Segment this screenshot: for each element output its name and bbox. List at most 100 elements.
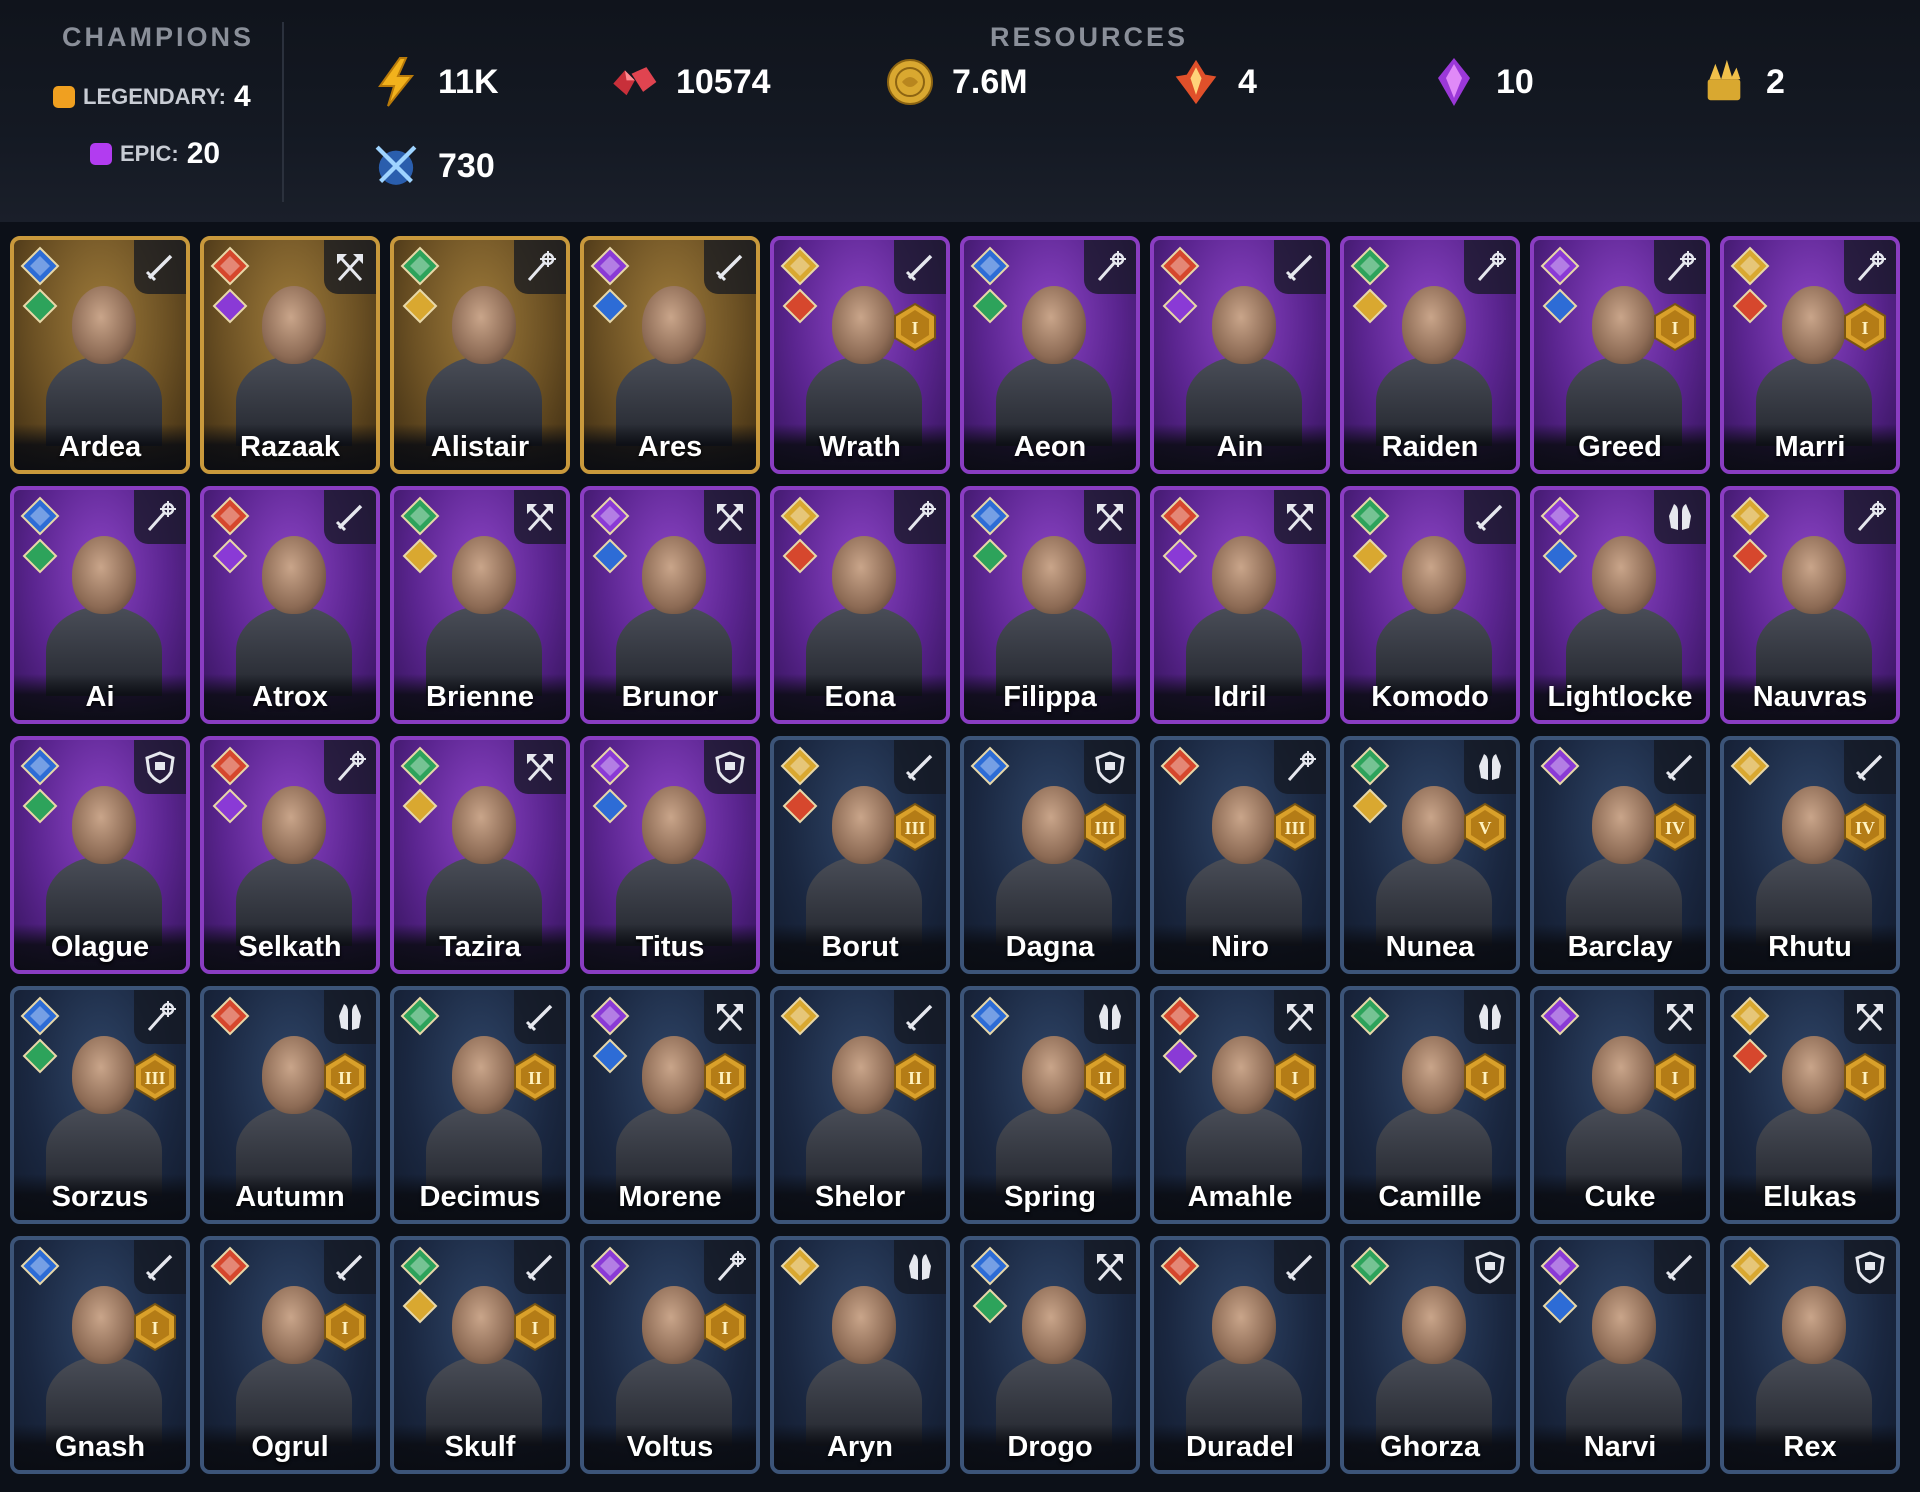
champion-card[interactable]: I Camille bbox=[1340, 986, 1520, 1224]
trophy-value: 2 bbox=[1766, 62, 1785, 101]
champion-card[interactable]: Ain bbox=[1150, 236, 1330, 474]
affinity-icon bbox=[590, 996, 630, 1036]
champion-name: Eona bbox=[824, 681, 896, 713]
champion-card[interactable]: I Skulf bbox=[390, 1236, 570, 1474]
champion-card[interactable]: I Ogrul bbox=[200, 1236, 380, 1474]
void-shard-value: 10 bbox=[1496, 62, 1534, 101]
champion-card[interactable]: V Nunea bbox=[1340, 736, 1520, 974]
champion-card[interactable]: Lightlocke bbox=[1530, 486, 1710, 724]
champion-card[interactable]: Filippa bbox=[960, 486, 1140, 724]
rank-badge-icon: I bbox=[1842, 302, 1888, 352]
staff-role-icon bbox=[1654, 240, 1706, 294]
champion-card[interactable]: Drogo bbox=[960, 1236, 1140, 1474]
champion-name: Duradel bbox=[1186, 1431, 1294, 1463]
shield-role-icon bbox=[1084, 740, 1136, 794]
resources-header: CHAMPIONS LEGENDARY: 4 EPIC: 20 RESOURCE… bbox=[0, 0, 1920, 222]
champion-card[interactable]: Selkath bbox=[200, 736, 380, 974]
champion-name: Borut bbox=[821, 931, 899, 963]
champion-card[interactable]: Titus bbox=[580, 736, 760, 974]
champion-card[interactable]: Alistair bbox=[390, 236, 570, 474]
champion-card[interactable]: Aryn bbox=[770, 1236, 950, 1474]
rank-badge-icon: I bbox=[1652, 1052, 1698, 1102]
champion-card[interactable]: Razaak bbox=[200, 236, 380, 474]
champion-name: Rex bbox=[1783, 1431, 1837, 1463]
axe-role-icon bbox=[1084, 1240, 1136, 1294]
champion-name: Greed bbox=[1578, 431, 1662, 463]
rank-badge-icon: III bbox=[1272, 802, 1318, 852]
crossed-swords-icon bbox=[372, 142, 420, 190]
epic-label: EPIC: bbox=[120, 141, 179, 166]
rank-badge-icon: I bbox=[1272, 1052, 1318, 1102]
epic-count: 20 bbox=[186, 137, 221, 170]
rank-badge-icon: V bbox=[1462, 802, 1508, 852]
champion-card[interactable]: I Greed bbox=[1530, 236, 1710, 474]
shield-role-icon bbox=[704, 740, 756, 794]
champion-name: Ghorza bbox=[1380, 1431, 1480, 1463]
champion-card[interactable]: IV Rhutu bbox=[1720, 736, 1900, 974]
champion-card[interactable]: III Borut bbox=[770, 736, 950, 974]
champion-card[interactable]: Raiden bbox=[1340, 236, 1520, 474]
hands-role-icon bbox=[1654, 490, 1706, 544]
champion-card[interactable]: I Marri bbox=[1720, 236, 1900, 474]
affinity-icon bbox=[400, 1246, 440, 1286]
champion-card[interactable]: III Dagna bbox=[960, 736, 1140, 974]
champion-card[interactable]: Ares bbox=[580, 236, 760, 474]
champion-card[interactable]: Atrox bbox=[200, 486, 380, 724]
champion-card[interactable]: Aeon bbox=[960, 236, 1140, 474]
champion-card[interactable]: II Decimus bbox=[390, 986, 570, 1224]
champion-card[interactable]: Duradel bbox=[1150, 1236, 1330, 1474]
svg-text:IV: IV bbox=[1665, 818, 1685, 838]
champion-card[interactable]: I Voltus bbox=[580, 1236, 760, 1474]
champion-card[interactable]: Brienne bbox=[390, 486, 570, 724]
champion-card[interactable]: I Amahle bbox=[1150, 986, 1330, 1224]
champion-card[interactable]: III Sorzus bbox=[10, 986, 190, 1224]
champion-card[interactable]: Idril bbox=[1150, 486, 1330, 724]
affinity-icon bbox=[1540, 496, 1580, 536]
energy-bolt-icon bbox=[372, 57, 420, 107]
rank-badge-icon: I bbox=[322, 1302, 368, 1352]
champion-card[interactable]: II Spring bbox=[960, 986, 1140, 1224]
rubies-value: 10574 bbox=[676, 62, 771, 101]
hands-role-icon bbox=[894, 1240, 946, 1294]
champion-card[interactable]: II Autumn bbox=[200, 986, 380, 1224]
champion-name: Aeon bbox=[1013, 431, 1087, 463]
axe-role-icon bbox=[704, 990, 756, 1044]
rank-badge-icon: II bbox=[892, 1052, 938, 1102]
champion-card[interactable]: Komodo bbox=[1340, 486, 1520, 724]
champion-card[interactable]: I Wrath bbox=[770, 236, 950, 474]
champion-card[interactable]: III Niro bbox=[1150, 736, 1330, 974]
rank-badge-icon: I bbox=[702, 1302, 748, 1352]
champion-card[interactable]: Olague bbox=[10, 736, 190, 974]
champions-title: CHAMPIONS bbox=[62, 22, 255, 52]
champion-card[interactable]: Nauvras bbox=[1720, 486, 1900, 724]
champion-card[interactable]: I Elukas bbox=[1720, 986, 1900, 1224]
champion-card[interactable]: Rex bbox=[1720, 1236, 1900, 1474]
affinity-icon bbox=[1160, 746, 1200, 786]
champion-card[interactable]: Eona bbox=[770, 486, 950, 724]
affinity-icon bbox=[590, 746, 630, 786]
svg-text:I: I bbox=[1671, 318, 1678, 338]
champion-card[interactable]: I Cuke bbox=[1530, 986, 1710, 1224]
svg-text:V: V bbox=[1479, 818, 1492, 838]
affinity-icon bbox=[970, 746, 1010, 786]
champion-card[interactable]: Ardea bbox=[10, 236, 190, 474]
champion-card[interactable]: II Morene bbox=[580, 986, 760, 1224]
champion-name: Marri bbox=[1774, 431, 1846, 463]
affinity-icon bbox=[780, 746, 820, 786]
champion-card[interactable]: Ai bbox=[10, 486, 190, 724]
champion-name: Selkath bbox=[238, 931, 342, 963]
champion-card[interactable]: Narvi bbox=[1530, 1236, 1710, 1474]
shield-role-icon bbox=[134, 740, 186, 794]
staff-role-icon bbox=[894, 490, 946, 544]
champion-card[interactable]: IV Barclay bbox=[1530, 736, 1710, 974]
champion-card[interactable]: Ghorza bbox=[1340, 1236, 1520, 1474]
champion-card[interactable]: Tazira bbox=[390, 736, 570, 974]
champion-card[interactable]: Brunor bbox=[580, 486, 760, 724]
rank-badge-icon: IV bbox=[1842, 802, 1888, 852]
staff-role-icon bbox=[514, 240, 566, 294]
champion-card[interactable]: II Shelor bbox=[770, 986, 950, 1224]
champion-card[interactable]: I Gnash bbox=[10, 1236, 190, 1474]
sword-role-icon bbox=[1654, 1240, 1706, 1294]
svg-text:III: III bbox=[144, 1068, 165, 1088]
legendary-count: 4 bbox=[234, 80, 251, 113]
